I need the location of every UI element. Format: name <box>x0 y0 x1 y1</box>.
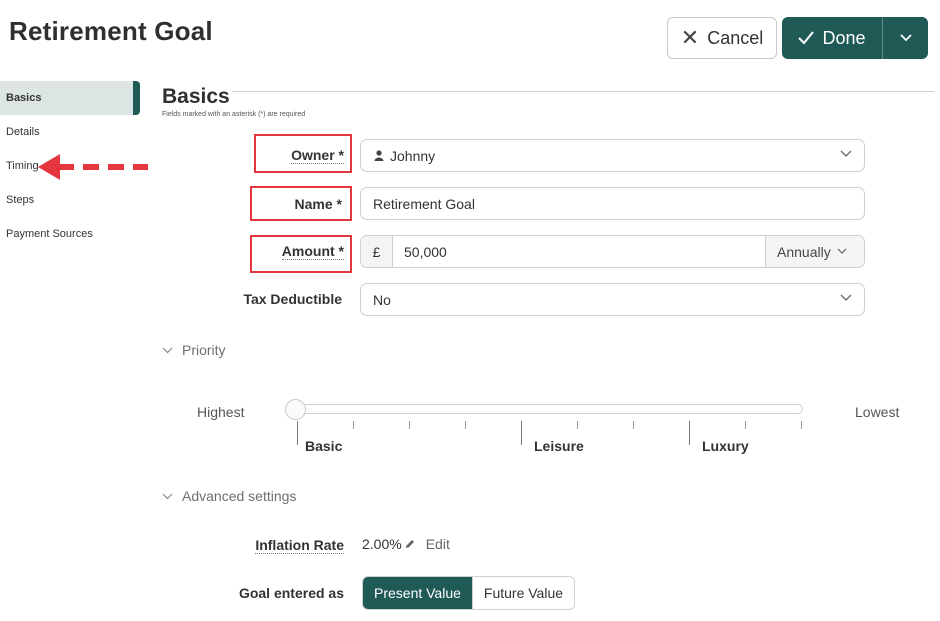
section-divider <box>232 91 934 92</box>
goal-entered-toggle: Present Value Future Value <box>362 576 576 610</box>
owner-label: Owner * <box>291 147 344 164</box>
inflation-rate-value: 2.00% <box>362 536 402 552</box>
cancel-button[interactable]: ✕ Cancel <box>667 17 777 59</box>
slider-tick <box>521 421 522 445</box>
priority-heading: Priority <box>182 342 226 358</box>
amount-input-group: £ 50,000 Annually <box>360 235 865 268</box>
frequency-value: Annually <box>777 243 831 260</box>
chevron-down-icon <box>840 150 852 157</box>
sidebar-item-payment-sources[interactable]: Payment Sources <box>0 226 140 242</box>
done-dropdown-button[interactable] <box>883 17 928 59</box>
slider-tick <box>353 421 354 429</box>
name-value: Retirement Goal <box>373 195 475 212</box>
inflation-rate-label: Inflation Rate <box>255 537 344 554</box>
section-title: Basics <box>162 85 230 108</box>
sidebar-item-basics[interactable]: Basics <box>0 81 140 115</box>
annotation-arrow <box>38 152 150 187</box>
required-note: Fields marked with an asterisk (*) are r… <box>162 111 306 118</box>
slider-tick <box>577 421 578 429</box>
done-button[interactable]: Done <box>782 17 882 59</box>
name-input[interactable]: Retirement Goal <box>360 187 865 220</box>
page-title: Retirement Goal <box>9 16 213 46</box>
slider-left-label: Highest <box>197 404 245 420</box>
owner-value: Johnny <box>390 147 436 164</box>
done-label: Done <box>822 27 866 48</box>
edit-link[interactable]: Edit <box>426 536 450 552</box>
slider-tick <box>745 421 746 429</box>
advanced-settings-toggle[interactable]: Advanced settings <box>162 488 296 504</box>
slider-tick <box>633 421 634 429</box>
sidebar-item-label: Basics <box>6 92 42 104</box>
priority-slider-track[interactable] <box>296 404 803 414</box>
frequency-select[interactable]: Annually <box>765 236 864 267</box>
tax-deductible-value: No <box>373 291 391 308</box>
close-icon: ✕ <box>680 25 700 50</box>
tick-label-leisure: Leisure <box>534 438 584 454</box>
slider-tick <box>297 421 298 445</box>
chevron-down-icon <box>837 248 847 254</box>
goal-entered-label: Goal entered as <box>238 585 344 601</box>
tick-label-basic: Basic <box>305 438 343 454</box>
sidebar-item-steps[interactable]: Steps <box>0 192 140 208</box>
owner-select[interactable]: Johnny <box>360 139 865 172</box>
person-icon <box>374 150 384 161</box>
slider-right-label: Lowest <box>855 404 900 420</box>
sidebar-item-label: Payment Sources <box>6 228 93 240</box>
sidebar-item-label: Steps <box>6 194 35 206</box>
sidebar-item-label: Details <box>6 126 40 138</box>
future-value-option[interactable]: Future Value <box>471 577 575 609</box>
cancel-label: Cancel <box>707 27 764 48</box>
priority-toggle[interactable]: Priority <box>162 342 226 358</box>
chevron-down-icon <box>162 493 173 499</box>
tax-deductible-label: Tax Deductible <box>243 291 342 307</box>
tick-label-luxury: Luxury <box>702 438 749 454</box>
slider-tick <box>465 421 466 429</box>
check-icon <box>798 31 815 45</box>
currency-addon: £ <box>361 236 393 267</box>
amount-input[interactable]: 50,000 <box>393 236 765 267</box>
amount-label: Amount * <box>281 243 344 260</box>
inflation-rate-display: 2.00% Edit <box>362 536 450 552</box>
slider-tick <box>801 421 802 429</box>
name-label: Name * <box>294 196 342 212</box>
done-button-group: Done <box>782 17 928 59</box>
priority-slider-handle[interactable] <box>285 399 306 420</box>
slider-tick <box>409 421 410 429</box>
sidebar-item-label: Timing <box>6 160 39 172</box>
present-value-option[interactable]: Present Value <box>363 577 472 609</box>
pencil-icon[interactable] <box>404 538 416 550</box>
slider-tick <box>689 421 690 445</box>
chevron-down-icon <box>899 34 912 42</box>
sidebar-item-details[interactable]: Details <box>0 124 140 140</box>
advanced-settings-heading: Advanced settings <box>182 488 297 504</box>
chevron-down-icon <box>840 294 852 301</box>
tax-deductible-select[interactable]: No <box>360 283 865 316</box>
chevron-down-icon <box>162 347 173 353</box>
